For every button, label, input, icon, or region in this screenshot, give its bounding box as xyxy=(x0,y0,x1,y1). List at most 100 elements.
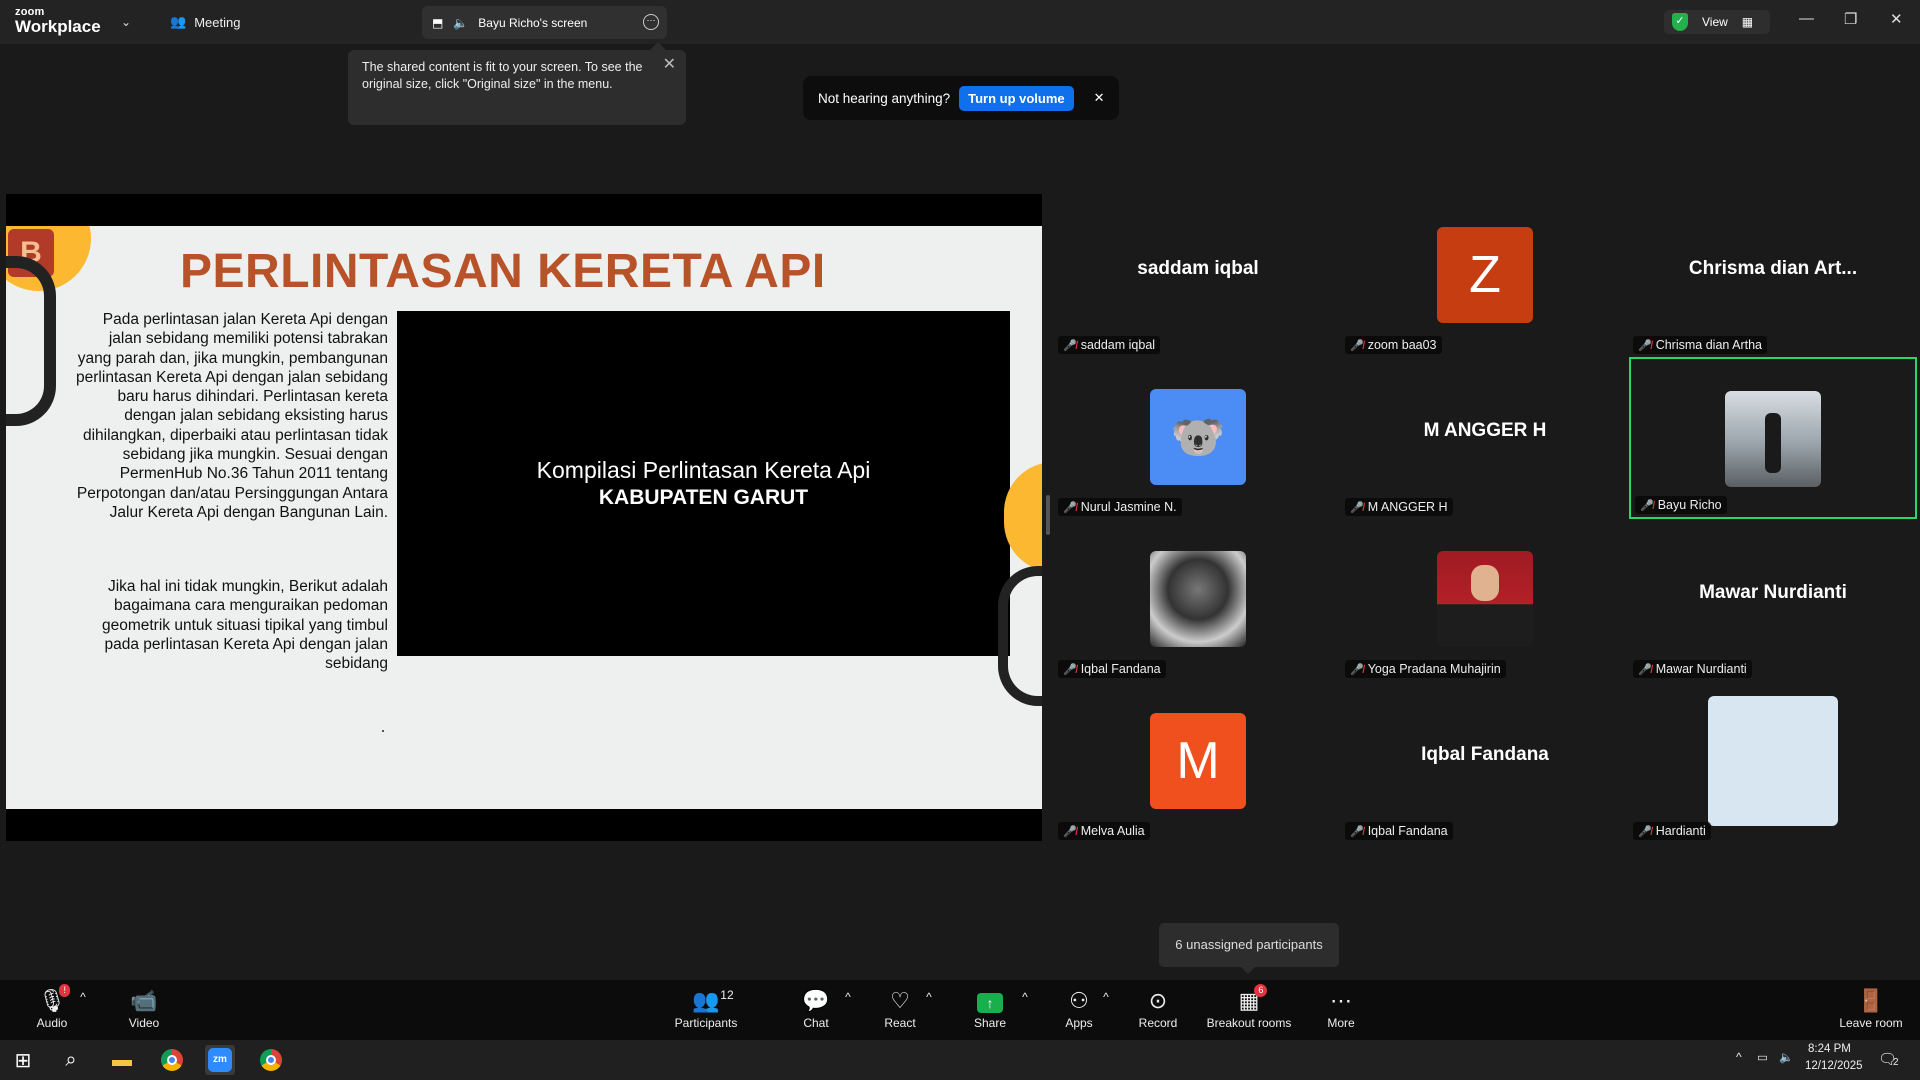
participant-name-label: 🎤̸ Bayu Richo xyxy=(1635,496,1727,514)
embedded-video[interactable]: Kompilasi Perlintasan Kereta Api KABUPAT… xyxy=(397,311,1010,656)
mic-muted-icon: 🎤̸ xyxy=(1063,501,1077,514)
title-bar: zoom Workplace ⌄ 👥 Meeting ⬒ 🔈 Bayu Rich… xyxy=(0,0,1920,44)
volume-icon[interactable]: 🔈 xyxy=(1779,1050,1793,1064)
participant-name: Mawar Nurdianti xyxy=(1655,662,1747,676)
mic-muted-icon: 🎤̸ xyxy=(1640,499,1654,512)
clock-time[interactable]: 8:24 PM xyxy=(1808,1043,1851,1055)
close-icon[interactable]: ✕ xyxy=(1094,90,1105,106)
breakout-badge: 6 xyxy=(1254,984,1268,997)
participant-tile[interactable]: Z 🎤̸ zoom baa03 xyxy=(1341,195,1629,357)
video-title-line-2: KABUPATEN GARUT xyxy=(598,486,809,509)
participants-icon: 👥 12 xyxy=(692,986,733,1016)
more-icon: ⋯ xyxy=(1330,988,1352,1013)
mic-muted-icon: 🎤̸ xyxy=(1063,825,1077,838)
mic-muted-icon: 🎤̸ xyxy=(1638,663,1652,676)
windows-start-icon[interactable]: ⊞ xyxy=(8,1045,38,1075)
logo-bottom-text: Workplace xyxy=(15,17,101,36)
close-icon[interactable]: ✕ xyxy=(1890,10,1903,28)
record-icon: ⊙ xyxy=(1148,988,1168,1013)
apps-label: Apps xyxy=(1065,1016,1093,1030)
video-button[interactable]: 📹 Video xyxy=(99,986,189,1030)
tooltip-text: The shared content is fit to your screen… xyxy=(362,60,643,91)
more-label: More xyxy=(1327,1016,1355,1030)
participant-tile[interactable]: 🎤̸ Hardianti xyxy=(1629,681,1917,843)
participant-name: M ANGGER H xyxy=(1367,500,1448,514)
participant-name-label: 🎤̸ Melva Aulia xyxy=(1058,822,1150,840)
video-off-icon: 📹 xyxy=(130,988,158,1013)
slide-paragraph-1: Pada perlintasan jalan Kereta Api dengan… xyxy=(76,311,388,521)
notification-count: 2 xyxy=(1893,1057,1899,1068)
participant-name-label: 🎤̸ Iqbal Fandana xyxy=(1345,822,1453,840)
participant-name-label: 🎤̸ Mawar Nurdianti xyxy=(1633,660,1752,678)
participant-name: saddam iqbal xyxy=(1080,338,1156,352)
minimize-icon[interactable]: — xyxy=(1799,10,1814,27)
screen-share-tab[interactable]: ⬒ 🔈 Bayu Richo's screen ··· xyxy=(422,6,667,39)
participant-tile[interactable]: 🐨 🎤̸ Nurul Jasmine N. xyxy=(1054,357,1342,519)
turn-up-volume-button[interactable]: Turn up volume xyxy=(959,85,1074,111)
record-button[interactable]: ⊙ Record xyxy=(1113,986,1203,1030)
participant-name: Melva Aulia xyxy=(1080,824,1145,838)
chrome-profile-icon[interactable] xyxy=(256,1045,286,1075)
participant-tile[interactable]: M 🎤̸ Melva Aulia xyxy=(1054,681,1342,843)
screen-tab-label: Bayu Richo's screen xyxy=(478,15,588,30)
participant-tile[interactable]: saddam iqbal 🎤̸ saddam iqbal xyxy=(1054,195,1342,357)
participant-display-name: Chrisma dian Art... xyxy=(1688,258,1858,279)
search-icon[interactable]: ⌕ xyxy=(56,1045,86,1075)
audio-banner: Not hearing anything? Turn up volume ✕ xyxy=(803,76,1119,120)
zoom-workplace-logo[interactable]: zoom Workplace xyxy=(15,7,101,36)
participant-tile[interactable]: Chrisma dian Art... 🎤̸ Chrisma dian Artha xyxy=(1629,195,1917,357)
participant-name-label: 🎤̸ Chrisma dian Artha xyxy=(1633,336,1768,354)
chrome-icon[interactable] xyxy=(157,1045,187,1075)
breakout-rooms-button[interactable]: ▦ 6 Breakout rooms xyxy=(1199,984,1299,1030)
leave-room-button[interactable]: 🚪 Leave room xyxy=(1826,986,1916,1030)
more-options-icon[interactable]: ··· xyxy=(643,14,659,30)
participant-avatar: Z xyxy=(1437,227,1533,323)
decorative-clip xyxy=(6,256,56,426)
participant-name: zoom baa03 xyxy=(1367,338,1437,352)
record-label: Record xyxy=(1138,1016,1178,1030)
person-silhouette xyxy=(1765,413,1781,473)
participant-tile[interactable]: 🎤̸ Bayu Richo xyxy=(1629,357,1917,519)
participant-name-label: 🎤̸ Yoga Pradana Muhajirin xyxy=(1345,660,1506,678)
slide-title: PERLINTASAN KERETA API xyxy=(180,245,826,298)
windows-taskbar: ⊞ ⌕ ▬ zm ^ ▭ 🔈 8:24 PM 12/12/2025 🗨 2 xyxy=(0,1040,1920,1080)
participant-display-name: Iqbal Fandana xyxy=(1421,744,1549,765)
tooltip-arrow xyxy=(1241,967,1255,974)
splitter-handle[interactable] xyxy=(1046,495,1050,535)
zoom-taskbar-icon[interactable]: zm xyxy=(205,1045,235,1075)
mic-muted-icon: 🎤̸ xyxy=(1350,339,1364,352)
leave-icon: 🚪 xyxy=(1857,988,1885,1013)
mic-muted-icon: 🎤̸ xyxy=(1638,339,1652,352)
more-button[interactable]: ⋯ More xyxy=(1296,986,1386,1030)
participant-name-label: 🎤̸ Iqbal Fandana xyxy=(1058,660,1166,678)
clock-date[interactable]: 12/12/2025 xyxy=(1805,1060,1863,1072)
participant-tile[interactable]: M ANGGER H 🎤̸ M ANGGER H xyxy=(1341,357,1629,519)
participant-name-label: 🎤̸ saddam iqbal xyxy=(1058,336,1161,354)
participant-avatar: 🐨 xyxy=(1150,389,1246,485)
network-icon[interactable]: ▭ xyxy=(1757,1050,1768,1064)
chevron-up-icon[interactable]: ^ xyxy=(1736,1050,1742,1064)
view-menu[interactable]: ✓ View ▦ xyxy=(1664,10,1770,34)
participant-tile[interactable]: Iqbal Fandana 🎤̸ Iqbal Fandana xyxy=(1341,681,1629,843)
breakout-rooms-icon: ▦ 6 xyxy=(1239,984,1268,1016)
video-title-line-1: Kompilasi Perlintasan Kereta Api xyxy=(536,457,871,483)
restore-icon[interactable]: ❐ xyxy=(1844,10,1857,28)
participant-tile[interactable]: Mawar Nurdianti 🎤̸ Mawar Nurdianti xyxy=(1629,519,1917,681)
file-explorer-icon[interactable]: ▬ xyxy=(107,1045,137,1075)
meeting-tab[interactable]: 👥 Meeting xyxy=(170,14,240,30)
participants-button[interactable]: 👥 12 Participants xyxy=(661,986,751,1030)
decorative-dot xyxy=(382,730,384,732)
chevron-down-icon[interactable]: ⌄ xyxy=(121,15,131,29)
participant-display-name: saddam iqbal xyxy=(1137,258,1259,279)
close-icon[interactable]: ✕ xyxy=(663,56,676,73)
share-label: Share xyxy=(973,1016,1007,1030)
mic-muted-icon: 🎤̸ xyxy=(1638,825,1652,838)
mic-muted-icon: 🎤̸ xyxy=(1350,825,1364,838)
meeting-label: Meeting xyxy=(194,14,241,30)
breakout-rooms-label: Breakout rooms xyxy=(1206,1016,1292,1030)
audio-banner-text: Not hearing anything? xyxy=(818,90,951,106)
participant-tile[interactable]: 🎤̸ Yoga Pradana Muhajirin xyxy=(1341,519,1629,681)
people-icon: 👥 xyxy=(170,14,187,29)
participant-tile[interactable]: 🎤̸ Iqbal Fandana xyxy=(1054,519,1342,681)
participant-name: Iqbal Fandana xyxy=(1080,662,1161,676)
